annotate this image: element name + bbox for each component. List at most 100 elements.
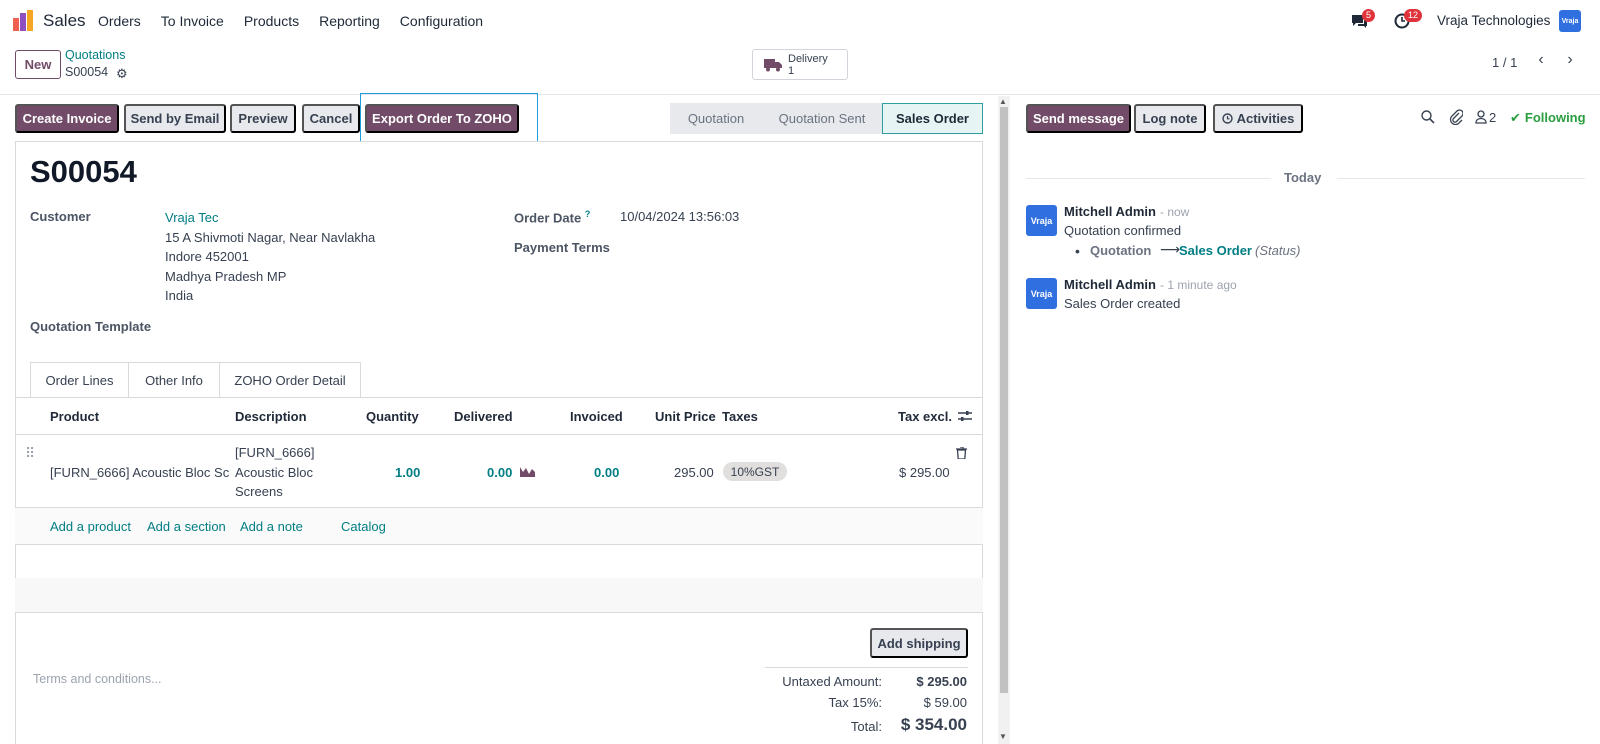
- new-button[interactable]: New: [15, 50, 61, 79]
- tab-other-info[interactable]: Other Info: [128, 362, 220, 398]
- column-header-taxes[interactable]: Taxes: [722, 409, 758, 424]
- column-header-invoiced[interactable]: Invoiced: [570, 409, 623, 424]
- customer-name-link[interactable]: Vraja Tec: [165, 210, 218, 225]
- user-avatar[interactable]: Vraja: [1559, 10, 1581, 32]
- pager-next-icon[interactable]: ›: [1557, 51, 1583, 71]
- delivered-cell[interactable]: 0.00: [487, 465, 512, 480]
- order-date-value[interactable]: 10/04/2024 13:56:03: [620, 209, 739, 224]
- add-product-link[interactable]: Add a product: [50, 519, 131, 534]
- cancel-button[interactable]: Cancel: [302, 104, 360, 133]
- add-shipping-button[interactable]: Add shipping: [870, 628, 968, 658]
- send-by-email-button[interactable]: Send by Email: [124, 104, 226, 133]
- activities-button[interactable]: Activities: [1213, 104, 1303, 133]
- following-toggle[interactable]: ✔ Following: [1510, 110, 1586, 126]
- row-divider: [15, 544, 983, 545]
- pager-previous-icon[interactable]: ‹: [1528, 51, 1554, 71]
- status-bar: Quotation Quotation Sent Sales Order: [670, 103, 983, 134]
- drag-handle-icon[interactable]: ⠿: [25, 445, 35, 462]
- scroll-up-arrow-icon[interactable]: ▲: [999, 97, 1007, 106]
- untaxed-amount-label: Untaxed Amount:: [782, 674, 882, 689]
- sales-app-icon[interactable]: [13, 10, 34, 31]
- subtotal-cell: $ 295.00: [899, 465, 950, 480]
- tracking-field-name: (Status): [1255, 243, 1301, 258]
- delivery-label: Delivery: [788, 53, 828, 65]
- preview-button[interactable]: Preview: [230, 104, 296, 133]
- activities-badge: 12: [1404, 9, 1423, 22]
- order-date-label: Order Date ?: [514, 209, 591, 226]
- message-time: - 1 minute ago: [1160, 278, 1237, 292]
- tax-badge[interactable]: 10%GST: [723, 462, 787, 481]
- description-cell[interactable]: Acoustic Bloc: [235, 465, 313, 480]
- status-sales-order[interactable]: Sales Order: [882, 103, 983, 134]
- truck-icon: [764, 59, 782, 72]
- column-header-unit-price[interactable]: Unit Price: [655, 409, 716, 424]
- main-menu: Orders To Invoice Products Reporting Con…: [98, 13, 503, 29]
- address-line: Indore 452001: [165, 249, 249, 264]
- column-header-quantity[interactable]: Quantity: [366, 409, 419, 424]
- breadcrumb-quotations[interactable]: Quotations: [65, 48, 125, 62]
- log-note-button[interactable]: Log note: [1134, 104, 1206, 133]
- forecast-chart-icon[interactable]: [520, 465, 535, 477]
- paperclip-icon[interactable]: [1449, 109, 1463, 125]
- messages-badge: 5: [1362, 9, 1376, 22]
- help-tooltip-icon[interactable]: ?: [585, 209, 591, 219]
- column-header-delivered[interactable]: Delivered: [454, 409, 513, 424]
- quantity-cell[interactable]: 1.00: [395, 465, 420, 480]
- address-line: 15 A Shivmoti Nagar, Near Navlakha: [165, 230, 376, 245]
- column-header-tax-excl[interactable]: Tax excl.: [898, 409, 952, 424]
- check-icon: ✔: [1510, 110, 1521, 125]
- clock-icon: [1221, 113, 1233, 124]
- column-header-description[interactable]: Description: [235, 409, 307, 424]
- message-body: Quotation confirmed: [1064, 223, 1182, 238]
- search-icon[interactable]: [1421, 110, 1435, 124]
- bullet: •: [1075, 243, 1080, 259]
- add-note-link[interactable]: Add a note: [240, 519, 303, 534]
- company-switcher[interactable]: Vraja Technologies: [1437, 13, 1550, 28]
- description-cell[interactable]: Screens: [235, 484, 283, 499]
- menu-configuration[interactable]: Configuration: [400, 13, 483, 29]
- unit-price-cell[interactable]: 295.00: [674, 465, 714, 480]
- scroll-down-arrow-icon[interactable]: ▼: [999, 732, 1007, 741]
- delivery-smart-button[interactable]: Delivery 1: [752, 49, 848, 80]
- menu-reporting[interactable]: Reporting: [319, 13, 380, 29]
- activities-label: Activities: [1236, 111, 1295, 126]
- message-body: Sales Order created: [1064, 296, 1181, 311]
- invoiced-cell[interactable]: 0.00: [594, 465, 619, 480]
- column-header-product[interactable]: Product: [50, 409, 99, 424]
- description-cell[interactable]: [FURN_6666]: [235, 445, 314, 460]
- empty-row: [15, 578, 983, 612]
- catalog-link[interactable]: Catalog: [341, 519, 386, 534]
- trash-icon[interactable]: [956, 447, 967, 459]
- followers-count[interactable]: 2: [1489, 110, 1496, 125]
- menu-orders[interactable]: Orders: [98, 13, 141, 29]
- pager-value[interactable]: 1 / 1: [1492, 55, 1517, 70]
- quotation-template-label: Quotation Template: [30, 319, 152, 334]
- status-quotation[interactable]: Quotation: [670, 103, 762, 134]
- create-invoice-button[interactable]: Create Invoice: [15, 104, 119, 133]
- author-avatar[interactable]: Vraja: [1026, 205, 1057, 236]
- terms-and-conditions-field[interactable]: Terms and conditions...: [33, 672, 162, 686]
- address-line: India: [165, 288, 194, 303]
- status-quotation-sent[interactable]: Quotation Sent: [762, 103, 882, 134]
- tab-zoho-order-detail[interactable]: ZOHO Order Detail: [219, 362, 361, 398]
- date-separator-line: [1026, 178, 1271, 179]
- tracking-new-value: Sales Order: [1179, 243, 1252, 258]
- gear-icon[interactable]: ⚙: [116, 66, 128, 82]
- message-author[interactable]: Mitchell Admin: [1064, 277, 1156, 292]
- followers-user-icon[interactable]: [1475, 110, 1487, 124]
- tax-label: Tax 15%:: [828, 695, 882, 710]
- author-avatar[interactable]: Vraja: [1026, 278, 1057, 309]
- optional-columns-icon[interactable]: [958, 409, 972, 423]
- customer-label: Customer: [30, 209, 91, 224]
- menu-products[interactable]: Products: [244, 13, 299, 29]
- add-section-link[interactable]: Add a section: [147, 519, 226, 534]
- app-name[interactable]: Sales: [43, 11, 86, 31]
- send-message-button[interactable]: Send message: [1026, 104, 1131, 133]
- row-divider: [15, 434, 983, 435]
- form-sheet: [15, 141, 983, 744]
- tab-order-lines[interactable]: Order Lines: [30, 362, 129, 398]
- product-cell[interactable]: [FURN_6666] Acoustic Bloc Scre: [50, 465, 230, 480]
- scrollbar-thumb[interactable]: [1000, 107, 1008, 693]
- message-author[interactable]: Mitchell Admin: [1064, 204, 1156, 219]
- menu-to-invoice[interactable]: To Invoice: [161, 13, 224, 29]
